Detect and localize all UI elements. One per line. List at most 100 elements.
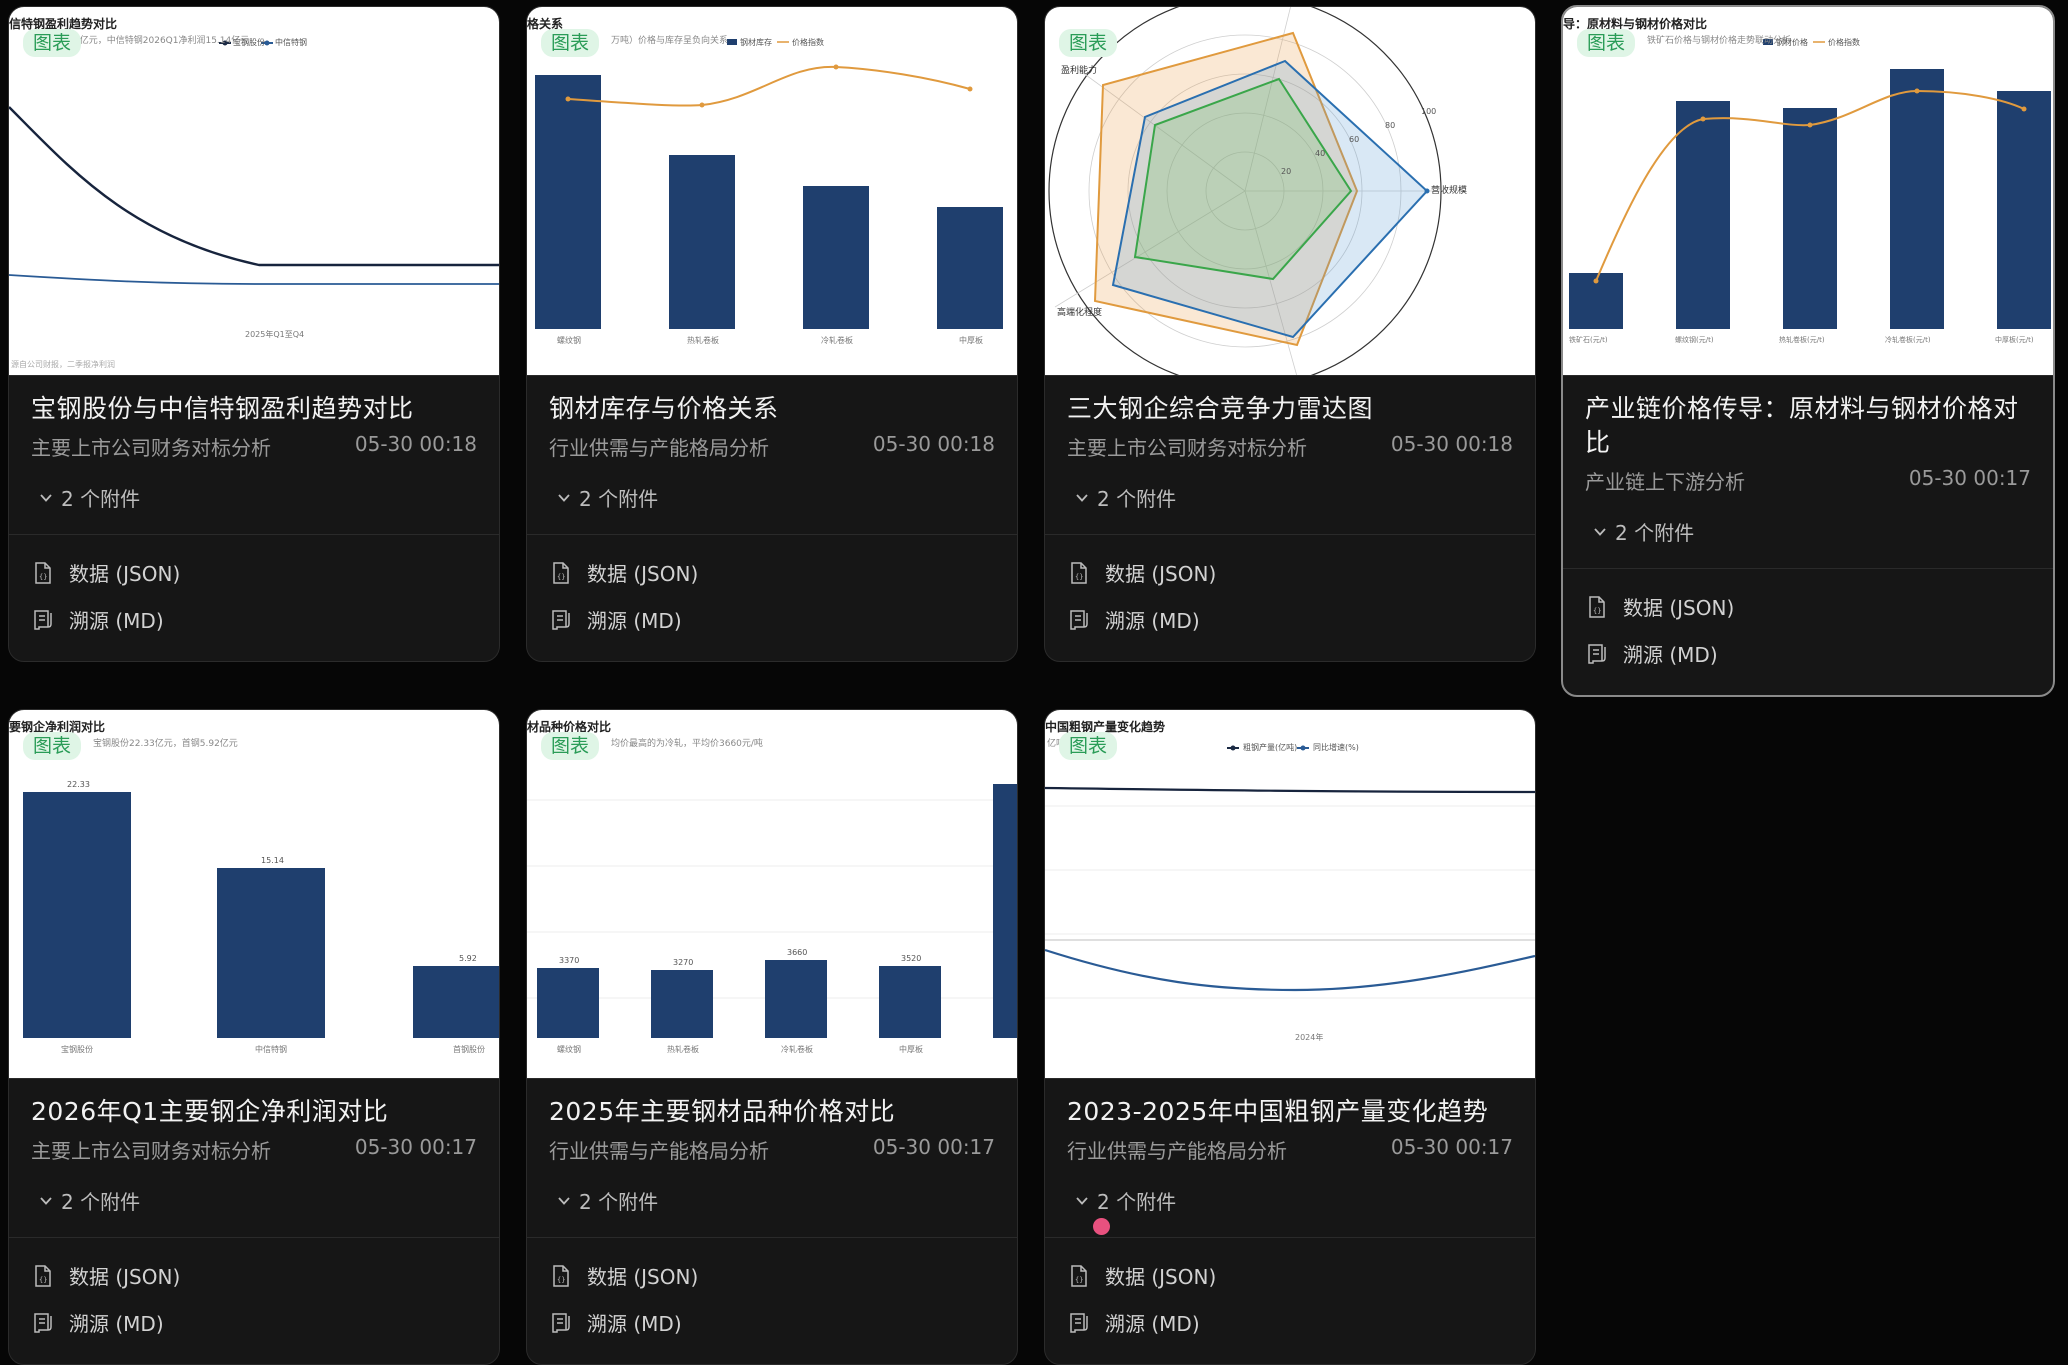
attachments-toggle[interactable]: 2 个附件 <box>31 1186 477 1215</box>
attachment-json[interactable]: {} 数据 (JSON) <box>1585 583 2031 630</box>
data-label: 5.92 <box>459 954 477 963</box>
radar-tick: 40 <box>1315 149 1326 158</box>
card-title[interactable]: 三大钢企综合竞争力雷达图 <box>1067 392 1513 426</box>
attachments-toggle[interactable]: 2 个附件 <box>31 483 477 512</box>
attachment-json[interactable]: {} 数据 (JSON) <box>549 549 995 596</box>
chart-thumbnail[interactable]: 中国粗钢产量变化趋势 亿吨，同比变化 粗钢产量(亿吨) 同比增速(%) 2024… <box>1045 710 1535 1079</box>
card-title[interactable]: 2025年主要钢材品种价格对比 <box>549 1095 995 1129</box>
md-file-icon <box>1588 643 1606 664</box>
chart-card-4[interactable]: 导：原材料与钢材价格对比 铁矿石价格与钢材价格走势联动分析 钢材价格 价格指数 … <box>1561 5 2055 697</box>
attachment-md[interactable]: 溯源 (MD) <box>31 596 477 643</box>
svg-text:{}: {} <box>1075 1276 1083 1284</box>
radar-axis-label: 营收规模 <box>1431 186 1468 196</box>
x-tick-label: 螺纹钢 <box>557 1045 581 1054</box>
card-category: 主要上市公司财务对标分析 <box>31 436 271 460</box>
card-title[interactable]: 2023-2025年中国粗钢产量变化趋势 <box>1067 1095 1513 1129</box>
attachments-toggle[interactable]: 2 个附件 <box>549 1186 995 1215</box>
svg-text:{}: {} <box>1593 607 1601 615</box>
md-file-icon <box>34 1312 52 1333</box>
attachment-md[interactable]: 溯源 (MD) <box>549 1299 995 1346</box>
attachment-json[interactable]: {} 数据 (JSON) <box>1067 549 1513 596</box>
chart-card-7[interactable]: 中国粗钢产量变化趋势 亿吨，同比变化 粗钢产量(亿吨) 同比增速(%) 2024… <box>1044 709 1536 1365</box>
price-line <box>567 65 971 107</box>
bar-line-chart-preview <box>1569 39 2051 329</box>
attachments-toggle[interactable]: 2 个附件 <box>1067 1186 1513 1215</box>
attachments-count: 2 个附件 <box>1097 487 1177 511</box>
attachment-json-label: 数据 (JSON) <box>1105 562 1217 586</box>
attachment-md-label: 溯源 (MD) <box>1623 643 1718 667</box>
chart-card-5[interactable]: 要钢企净利润对比 宝钢股份22.33亿元，首钢5.92亿元 22.33 15.1… <box>8 709 500 1365</box>
attachment-md[interactable]: 溯源 (MD) <box>31 1299 477 1346</box>
attachments-count: 2 个附件 <box>579 487 659 511</box>
attachments-count: 2 个附件 <box>1615 521 1695 545</box>
svg-text:{}: {} <box>557 1276 565 1284</box>
attachments-toggle[interactable]: 2 个附件 <box>549 483 995 512</box>
attachment-md[interactable]: 溯源 (MD) <box>1585 630 2031 677</box>
json-file-icon: {} <box>553 1264 569 1287</box>
x-tick-label: 铁矿石(元/t) <box>1569 336 1608 344</box>
radar-tick: 60 <box>1349 135 1360 144</box>
attachment-json-label: 数据 (JSON) <box>69 1265 181 1289</box>
card-timestamp: 05-30 00:17 <box>1908 466 2031 490</box>
data-label: 3270 <box>673 958 694 967</box>
chart-card-2[interactable]: 格关系 万吨）价格与库存呈负向关系 钢材库存 价格指数 螺纹钢 热轧卷板 冷轧卷… <box>526 6 1018 662</box>
bar <box>879 966 941 1038</box>
attachment-md[interactable]: 溯源 (MD) <box>549 596 995 643</box>
card-category: 主要上市公司财务对标分析 <box>31 1139 271 1163</box>
chevron-down-icon <box>1076 493 1088 502</box>
chart-card-1[interactable]: 信特钢盈利趋势对比 净利润22.33亿元，中信特钢2026Q1净利润15.14亿… <box>8 6 500 662</box>
data-label: 3660 <box>787 948 808 957</box>
legend-label: 钢材库存 <box>740 38 772 47</box>
card-title[interactable]: 2026年Q1主要钢企净利润对比 <box>31 1095 477 1129</box>
chart-thumbnail[interactable]: 盈利能力 营收规模 高端化程度 20 40 60 80 100 图表 <box>1045 7 1535 376</box>
chart-tag: 图表 <box>541 29 600 57</box>
card-timestamp: 05-30 00:17 <box>354 1135 477 1159</box>
card-title[interactable]: 钢材库存与价格关系 <box>549 392 995 426</box>
card-category: 产业链上下游分析 <box>1585 470 1745 494</box>
radar-tick: 20 <box>1281 167 1292 176</box>
attachment-md[interactable]: 溯源 (MD) <box>1067 1299 1513 1346</box>
chart-card-3[interactable]: 盈利能力 营收规模 高端化程度 20 40 60 80 100 图表 三大钢企综… <box>1044 6 1536 662</box>
chart-thumbnail[interactable]: 导：原材料与钢材价格对比 铁矿石价格与钢材价格走势联动分析 钢材价格 价格指数 … <box>1563 7 2053 376</box>
attachment-json[interactable]: {} 数据 (JSON) <box>549 1252 995 1299</box>
card-title[interactable]: 宝钢股份与中信特钢盈利趋势对比 <box>31 392 477 426</box>
chevron-down-icon <box>1594 527 1606 536</box>
json-file-icon: {} <box>1589 595 1605 618</box>
card-title[interactable]: 产业链价格传导：原材料与钢材价格对比 <box>1585 392 2031 460</box>
bar <box>535 75 601 329</box>
attachment-json-label: 数据 (JSON) <box>587 562 699 586</box>
data-label: 3520 <box>901 954 922 963</box>
x-tick-label: 冷轧卷板 <box>821 336 853 345</box>
attachments-count: 2 个附件 <box>579 1190 659 1214</box>
chart-tag: 图表 <box>23 732 82 760</box>
bar <box>217 868 325 1038</box>
card-timestamp: 05-30 00:17 <box>872 1135 995 1159</box>
x-tick-label: 热轧卷板 <box>667 1045 699 1054</box>
x-axis-label: 2024年 <box>1295 1033 1324 1042</box>
svg-text:{}: {} <box>1075 573 1083 581</box>
bar <box>413 966 499 1038</box>
legend-label: 粗钢产量(亿吨) <box>1243 743 1298 752</box>
attachment-json[interactable]: {} 数据 (JSON) <box>31 1252 477 1299</box>
chevron-down-icon <box>1076 1196 1088 1205</box>
radar-axis-label: 高端化程度 <box>1057 308 1103 318</box>
bar <box>803 186 869 329</box>
card-category: 行业供需与产能格局分析 <box>549 436 769 460</box>
attachment-md-label: 溯源 (MD) <box>69 1312 164 1336</box>
chart-thumbnail[interactable]: 材品种价格对比 均价最高的为冷轧，平均价3660元/吨 3370 3270 36… <box>527 710 1017 1079</box>
attachments-toggle[interactable]: 2 个附件 <box>1585 517 2031 546</box>
json-file-icon: {} <box>1071 1264 1087 1287</box>
attachment-json-label: 数据 (JSON) <box>1623 596 1735 620</box>
attachment-md-label: 溯源 (MD) <box>69 609 164 633</box>
attachments-toggle[interactable]: 2 个附件 <box>1067 483 1513 512</box>
attachment-json-label: 数据 (JSON) <box>69 562 181 586</box>
attachment-json[interactable]: {} 数据 (JSON) <box>1067 1252 1513 1299</box>
attachment-md[interactable]: 溯源 (MD) <box>1067 596 1513 643</box>
chart-thumbnail[interactable]: 要钢企净利润对比 宝钢股份22.33亿元，首钢5.92亿元 22.33 15.1… <box>9 710 499 1079</box>
attachment-json[interactable]: {} 数据 (JSON) <box>31 549 477 596</box>
bar <box>669 155 735 329</box>
attachments-count: 2 个附件 <box>61 487 141 511</box>
chart-card-6[interactable]: 材品种价格对比 均价最高的为冷轧，平均价3660元/吨 3370 3270 36… <box>526 709 1018 1365</box>
chart-thumbnail[interactable]: 格关系 万吨）价格与库存呈负向关系 钢材库存 价格指数 螺纹钢 热轧卷板 冷轧卷… <box>527 7 1017 376</box>
chart-thumbnail[interactable]: 信特钢盈利趋势对比 净利润22.33亿元，中信特钢2026Q1净利润15.14亿… <box>9 7 499 376</box>
